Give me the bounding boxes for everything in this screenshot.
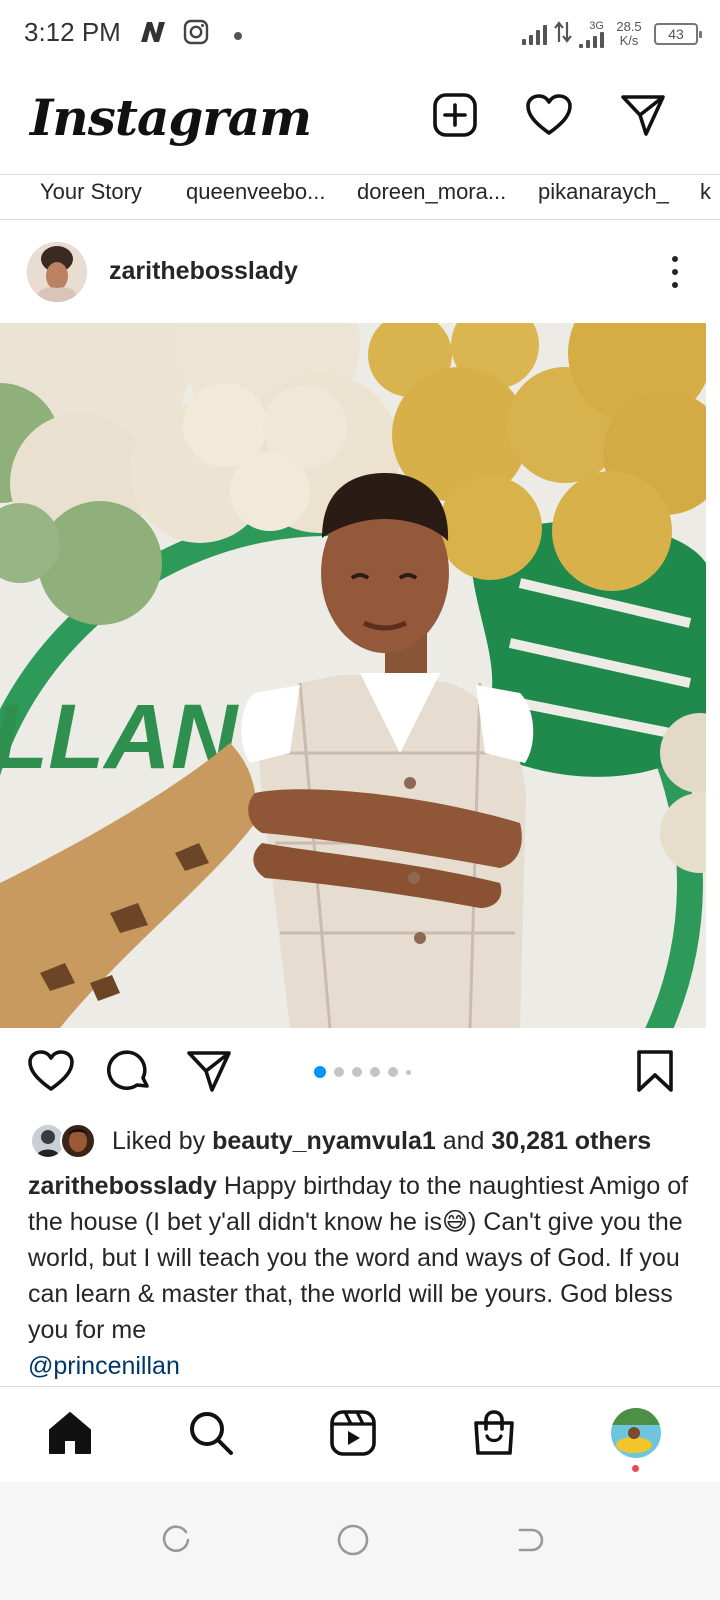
liker-avatar — [60, 1123, 96, 1159]
carousel-dot — [370, 1067, 380, 1077]
status-bar: 3:12 PM 3G 28.5 K/s 43 — [0, 0, 720, 66]
reels-icon — [329, 1409, 377, 1462]
home-button[interactable] — [333, 1520, 373, 1560]
carousel-indicator — [314, 1066, 411, 1078]
carousel-dot — [314, 1066, 326, 1078]
nav-profile[interactable] — [608, 1407, 664, 1463]
caption-username[interactable]: zarithebosslady — [28, 1172, 217, 1200]
story-label[interactable]: queenveebo... — [186, 179, 325, 205]
share-button[interactable] — [184, 1048, 234, 1098]
story-label[interactable]: doreen_mora... — [357, 179, 506, 205]
signal-3g-icon — [579, 32, 604, 48]
notification-dot — [233, 28, 243, 46]
bottom-navigation — [0, 1386, 720, 1482]
instagram-logo: Instagram — [30, 88, 312, 147]
carousel-dot — [334, 1067, 344, 1077]
network-speed: 28.5 K/s — [616, 19, 642, 48]
bookmark-icon — [635, 1049, 675, 1098]
signal-icon — [522, 23, 547, 45]
post-caption: zarithebosslady Happy birthday to the na… — [28, 1168, 698, 1384]
post-actions — [0, 1030, 720, 1116]
profile-avatar — [610, 1407, 662, 1464]
likes-summary: Liked by beauty_nyamvula1 and 30,281 oth… — [112, 1126, 652, 1155]
direct-message-button[interactable] — [618, 92, 668, 142]
status-time: 3:12 PM — [24, 17, 121, 47]
new-post-icon — [432, 92, 478, 143]
profile-notification-dot — [632, 1465, 639, 1472]
nav-home[interactable] — [42, 1407, 98, 1463]
activity-button[interactable] — [524, 92, 574, 142]
story-label[interactable]: k — [700, 179, 711, 205]
data-arrows-icon — [553, 20, 573, 49]
shop-icon — [471, 1409, 517, 1462]
nav-reels[interactable] — [325, 1407, 381, 1463]
search-icon — [187, 1409, 235, 1462]
post-header: zarithebosslady — [0, 222, 720, 322]
instagram-icon — [182, 18, 210, 51]
direct-message-icon — [619, 93, 667, 142]
carousel-dot — [406, 1069, 411, 1075]
carousel-dot — [352, 1067, 362, 1077]
n-app-icon — [138, 18, 168, 51]
battery-level: 43 — [668, 26, 684, 42]
story-label[interactable]: pikanaraych_ — [538, 179, 669, 205]
likes-count[interactable]: 30,281 others — [491, 1127, 651, 1155]
home-icon — [46, 1410, 94, 1461]
save-button[interactable] — [630, 1048, 680, 1098]
comment-icon — [107, 1048, 153, 1099]
caption-mention[interactable]: @princenillan — [28, 1352, 180, 1380]
likes-row[interactable]: Liked by beauty_nyamvula1 and 30,281 oth… — [30, 1120, 710, 1162]
share-icon — [185, 1049, 233, 1098]
post-author-username[interactable]: zarithebosslady — [109, 257, 298, 286]
nav-shop[interactable] — [466, 1407, 522, 1463]
story-label-your-story[interactable]: Your Story — [40, 179, 142, 205]
liker-avatars — [30, 1122, 102, 1160]
recents-button[interactable] — [156, 1520, 196, 1560]
more-options-button[interactable] — [660, 252, 690, 292]
app-bar: Instagram — [0, 66, 720, 174]
heart-outline-icon — [27, 1049, 75, 1098]
heart-icon — [525, 93, 573, 142]
new-post-button[interactable] — [430, 92, 480, 142]
comment-button[interactable] — [105, 1048, 155, 1098]
carousel-dot — [388, 1067, 398, 1077]
system-navigation — [0, 1482, 720, 1600]
like-button[interactable] — [26, 1048, 76, 1098]
back-button[interactable] — [508, 1520, 548, 1560]
liker-username[interactable]: beauty_nyamvula1 — [212, 1127, 436, 1155]
nav-search[interactable] — [183, 1407, 239, 1463]
post-author-avatar[interactable] — [27, 242, 87, 302]
network-type: 3G — [589, 20, 604, 32]
battery-icon: 43 — [654, 23, 702, 45]
post-image[interactable]: LLAN TI — [0, 323, 706, 1028]
stories-tray[interactable]: Your Story queenveebo... doreen_mora... … — [0, 174, 720, 220]
